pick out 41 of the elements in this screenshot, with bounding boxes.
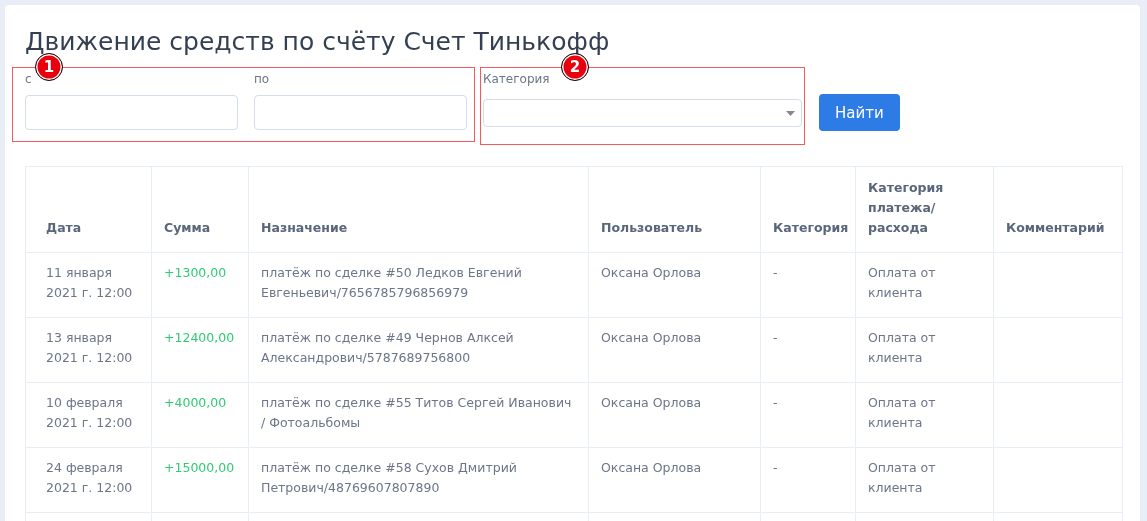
table-cell: Оксана Орлова [588, 317, 761, 383]
table-cell: платёж по сделке #49 Чернов Алксей Александрович/5787689756800 [248, 317, 589, 383]
callout-badge: 2 [561, 53, 589, 81]
column-header: Категория платежа/ расхода [855, 166, 994, 253]
table-cell: +1300,00 [151, 252, 249, 318]
table-cell: - [760, 447, 856, 513]
column-header: Дата [25, 166, 152, 253]
table-cell: +15000,00 [151, 447, 249, 513]
column-header: Категория [760, 166, 856, 253]
table-cell: +4000,00 [151, 382, 249, 448]
table-cell: платёж по сделке #50 Ледков Евгений Евгеньевич/7656785796856979 [248, 252, 589, 318]
table-cell: - [760, 317, 856, 383]
table-cell: 11 января 2021 г. 12:00 [25, 252, 152, 318]
field-label: с [25, 72, 32, 87]
table-cell: Оплата от клиента [855, 317, 994, 383]
table-cell: - [760, 252, 856, 318]
table-cell: Оплата от клиента [855, 252, 994, 318]
table-cell: 13 января 2021 г. 12:00 [25, 317, 152, 383]
column-header: Назначение [248, 166, 589, 253]
table-cell: +12400,00 [151, 317, 249, 383]
table-cell: Оксана Орлова [588, 252, 761, 318]
table-cell: платёж по сделке #55 Титов Сергей Иванович / Фотоальбомы [248, 382, 589, 448]
table-cell: Оксана Орлова [588, 382, 761, 448]
field-label: Категория [483, 72, 550, 87]
field-label: по [254, 72, 270, 87]
date-field[interactable] [25, 95, 238, 130]
search-button[interactable]: Найти [819, 94, 900, 131]
table-cell: 10 февраля 2021 г. 12:00 [25, 382, 152, 448]
table-cell: Оксана Орлова [588, 447, 761, 513]
date-field[interactable] [254, 95, 467, 130]
table-cell: - [760, 382, 856, 448]
category-select[interactable] [483, 99, 802, 127]
callout-badge: 1 [35, 53, 63, 81]
table-cell: Оплата от клиента [855, 447, 994, 513]
caret-icon [786, 110, 795, 116]
column-header: Пользователь [588, 166, 761, 253]
table-cell: 24 февраля 2021 г. 12:00 [25, 447, 152, 513]
column-header: Комментарий [993, 166, 1123, 253]
column-header: Сумма [151, 166, 249, 253]
table-cell: Оплата от клиента [855, 382, 994, 448]
table-cell: платёж по сделке #58 Сухов Дмитрий Петрович/48769607807890 [248, 447, 589, 513]
